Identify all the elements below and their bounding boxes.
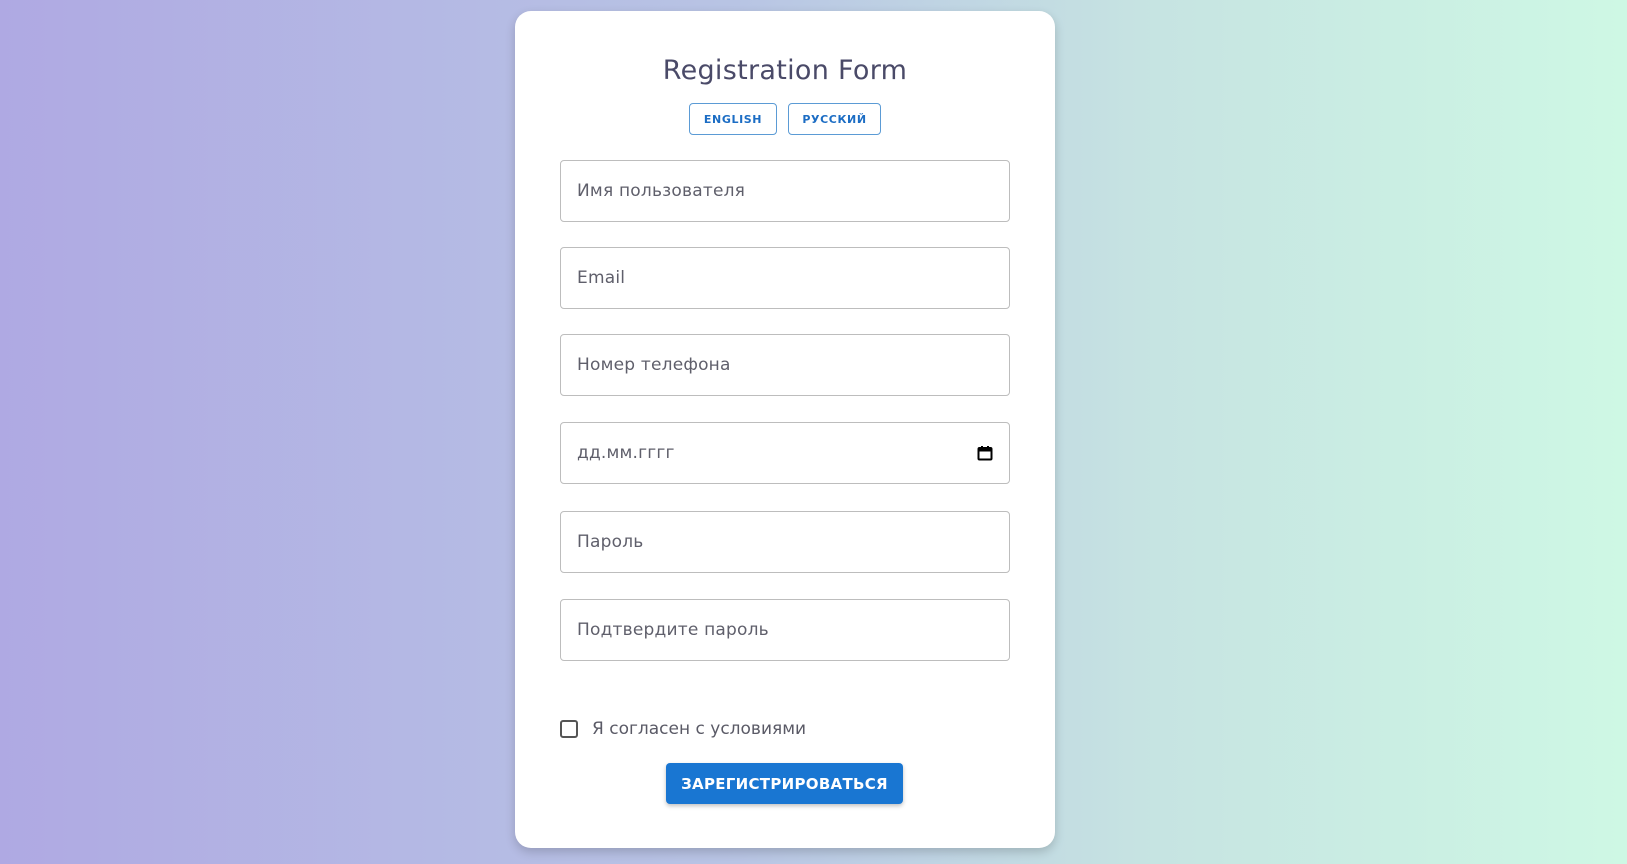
confirm-password-field[interactable]: Подтвердите пароль [560,599,1010,661]
language-switcher: ENGLISH РУССКИЙ [515,103,1055,135]
email-field[interactable]: Email [560,247,1010,309]
calendar-icon[interactable] [977,445,993,461]
english-language-button[interactable]: ENGLISH [689,103,777,135]
username-placeholder: Имя пользователя [577,181,746,201]
registration-card: Registration Form ENGLISH РУССКИЙ Имя по… [515,11,1055,848]
password-field[interactable]: Пароль [560,511,1010,573]
phone-placeholder: Номер телефона [577,355,731,375]
terms-checkbox[interactable] [560,720,578,738]
username-field[interactable]: Имя пользователя [560,160,1010,222]
password-placeholder: Пароль [577,532,644,552]
russian-language-button[interactable]: РУССКИЙ [788,103,881,135]
register-button[interactable]: ЗАРЕГИСТРИРОВАТЬСЯ [666,763,903,804]
confirm-password-placeholder: Подтвердите пароль [577,620,769,640]
phone-field[interactable]: Номер телефона [560,334,1010,396]
birthdate-placeholder: дд.мм.гггг [577,443,675,463]
terms-row: Я согласен с условиями [560,719,806,739]
email-placeholder: Email [577,268,626,288]
birthdate-field[interactable]: дд.мм.гггг [560,422,1010,484]
terms-label[interactable]: Я согласен с условиями [592,719,806,739]
form-title: Registration Form [662,55,908,86]
